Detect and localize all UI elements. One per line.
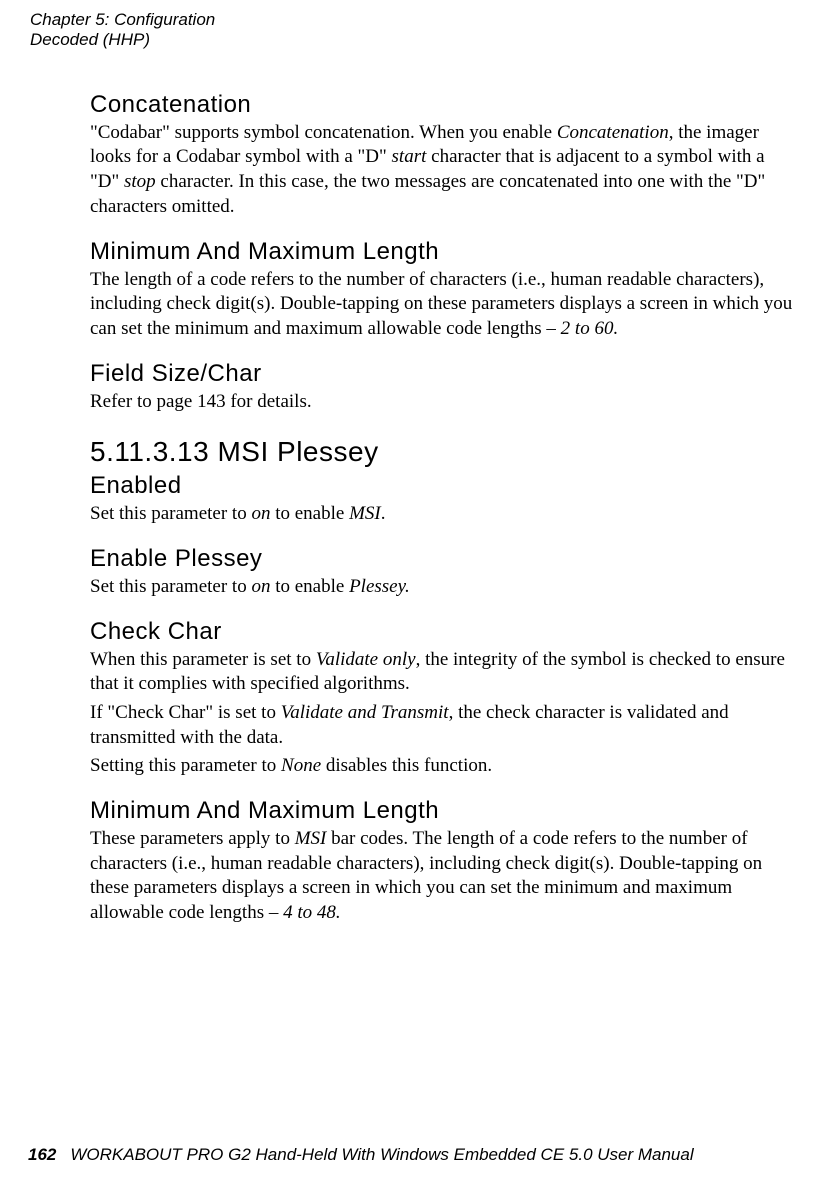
text: disables this function.	[321, 755, 492, 776]
text-italic: MSI	[295, 828, 327, 849]
content-area: Concatenation "Codabar" supports symbol …	[90, 91, 798, 926]
text: to enable	[270, 576, 349, 597]
text-italic: Validate only	[316, 649, 416, 670]
text-italic: Concatenation	[557, 122, 669, 143]
text-italic: on	[251, 576, 270, 597]
heading-min-max-length-1: Minimum And Maximum Length	[90, 238, 798, 266]
text: .	[381, 503, 386, 524]
running-header: Chapter 5: Configuration Decoded (HHP)	[30, 10, 798, 51]
para-concatenation: "Codabar" supports symbol concatenation.…	[90, 121, 798, 220]
text-italic: start	[392, 146, 427, 167]
section-line: Decoded (HHP)	[30, 30, 798, 50]
heading-enabled: Enabled	[90, 472, 798, 500]
text: character. In this case, the two message…	[90, 171, 765, 217]
para-check-char-2: If "Check Char" is set to Validate and T…	[90, 701, 798, 750]
heading-field-size-char: Field Size/Char	[90, 360, 798, 388]
text-italic: 4 to 48.	[283, 902, 341, 923]
text-italic: None	[281, 755, 321, 776]
text-italic: stop	[124, 171, 156, 192]
heading-enable-plessey: Enable Plessey	[90, 545, 798, 573]
text-italic: 2 to 60.	[561, 318, 619, 339]
page: Chapter 5: Configuration Decoded (HHP) C…	[0, 0, 828, 1193]
para-check-char-3: Setting this parameter to None disables …	[90, 754, 798, 779]
heading-msi-plessey: 5.11.3.13 MSI Plessey	[90, 436, 798, 468]
text: "Codabar" supports symbol concatenation.…	[90, 122, 557, 143]
text: The length of a code refers to the numbe…	[90, 269, 792, 339]
text: Setting this parameter to	[90, 755, 281, 776]
para-check-char-1: When this parameter is set to Validate o…	[90, 648, 798, 697]
text: If "Check Char" is set to	[90, 702, 281, 723]
text: When this parameter is set to	[90, 649, 316, 670]
text-italic: MSI	[349, 503, 381, 524]
para-min-max-2: These parameters apply to MSI bar codes.…	[90, 827, 798, 926]
para-enable-plessey: Set this parameter to on to enable Pless…	[90, 575, 798, 600]
text: Set this parameter to	[90, 576, 251, 597]
text: to enable	[270, 503, 349, 524]
heading-concatenation: Concatenation	[90, 91, 798, 119]
chapter-line: Chapter 5: Configuration	[30, 10, 798, 30]
footer-title: WORKABOUT PRO G2 Hand-Held With Windows …	[70, 1145, 693, 1164]
text-italic: on	[251, 503, 270, 524]
footer: 162 WORKABOUT PRO G2 Hand-Held With Windo…	[28, 1145, 694, 1165]
para-field-size-char: Refer to page 143 for details.	[90, 390, 798, 415]
heading-min-max-length-2: Minimum And Maximum Length	[90, 797, 798, 825]
heading-check-char: Check Char	[90, 618, 798, 646]
text-italic: Plessey.	[349, 576, 410, 597]
para-min-max-1: The length of a code refers to the numbe…	[90, 268, 798, 342]
text-italic: Validate and Transmit	[281, 702, 449, 723]
page-number: 162	[28, 1145, 56, 1164]
text: These parameters apply to	[90, 828, 295, 849]
para-enabled: Set this parameter to on to enable MSI.	[90, 502, 798, 527]
text: Set this parameter to	[90, 503, 251, 524]
